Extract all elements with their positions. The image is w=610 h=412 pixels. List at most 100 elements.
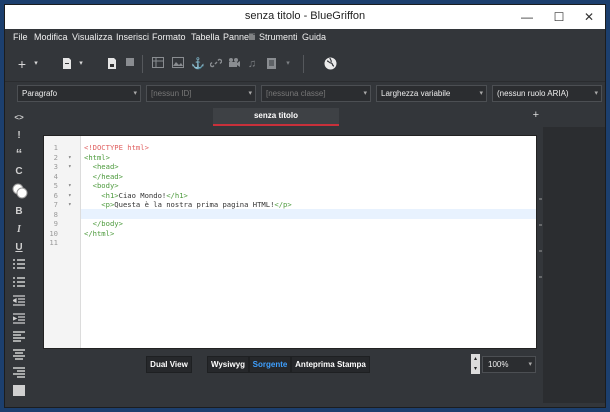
menu-visualizza[interactable]: Visualizza	[72, 32, 112, 42]
class-select[interactable]: [nessuna classe] ▾	[261, 85, 371, 102]
print-preview-button[interactable]: Anteprima Stampa	[291, 356, 370, 373]
number-list-icon[interactable]	[12, 277, 26, 291]
paragraph-format-select[interactable]: Paragrafo ▾	[17, 85, 141, 102]
table-icon[interactable]	[151, 57, 165, 71]
code-line[interactable]: <h1>Ciao Mondo!</h1>	[84, 191, 188, 200]
anchor-icon[interactable]: ⚓	[191, 57, 205, 71]
code-token: <h1>	[84, 190, 119, 200]
code-line[interactable]: <head>	[84, 162, 119, 171]
italic-icon[interactable]: I	[12, 223, 26, 237]
new-icon[interactable]: +	[15, 57, 29, 71]
class-placeholder: [nessuna classe]	[266, 89, 326, 98]
color-icon[interactable]	[12, 183, 28, 199]
code-token: <!DOCTYPE html>	[84, 143, 149, 152]
chevron-down-icon: ▾	[479, 90, 483, 97]
paragraph-format-value: Paragrafo	[22, 89, 58, 98]
menu-strumenti[interactable]: Strumenti	[259, 32, 298, 42]
form-dropdown-chevron-icon[interactable]: ▾	[281, 57, 295, 71]
format-bar: Paragrafo ▾ [nessun ID] ▾ [nessuna class…	[5, 82, 605, 106]
code-line[interactable]: </head>	[84, 172, 123, 181]
quote-icon[interactable]: “	[12, 147, 26, 161]
code-icon[interactable]: <>	[12, 111, 26, 125]
line-number: 4	[53, 171, 58, 181]
chevron-down-icon: ▾	[363, 90, 367, 97]
id-placeholder: [nessun ID]	[151, 89, 192, 98]
chevron-down-icon: ▾	[594, 90, 598, 97]
menu-guida[interactable]: Guida	[302, 32, 326, 42]
title-bar: senza titolo - BlueGriffon — ☐ ✕	[5, 5, 605, 29]
code-line[interactable]: <html>	[84, 153, 110, 162]
menu-tabella[interactable]: Tabella	[191, 32, 220, 42]
menu-modifica[interactable]: Modifica	[34, 32, 68, 42]
menu-inserisci[interactable]: Inserisci	[116, 32, 149, 42]
line-number: 5	[53, 181, 58, 190]
link-icon[interactable]	[209, 57, 223, 71]
zoom-value: 100%	[488, 360, 509, 369]
line-number: 7	[53, 200, 58, 209]
line-number: 9	[53, 219, 58, 228]
bullet-list-icon[interactable]	[12, 259, 26, 273]
fold-toggle-icon[interactable]: ▾	[68, 154, 72, 161]
indent-icon[interactable]	[12, 313, 26, 327]
new-dropdown-chevron-icon[interactable]: ▾	[29, 57, 43, 71]
code-token: </head>	[84, 171, 123, 181]
c-icon[interactable]: C	[12, 165, 26, 179]
video-icon[interactable]	[227, 57, 241, 71]
audio-icon[interactable]: ♫	[245, 57, 259, 71]
underline-icon[interactable]: U	[12, 241, 26, 255]
menu-file[interactable]: File	[13, 32, 28, 42]
source-editor[interactable]: 1 <!DOCTYPE html> 2 ▾ <html> 3 ▾ <head> 4 </hea…	[43, 135, 537, 349]
fold-toggle-icon[interactable]: ▾	[68, 201, 72, 208]
aria-role-select[interactable]: (nessun ruolo ARIA) ▾	[492, 85, 602, 102]
chevron-down-icon: ▾	[133, 90, 137, 97]
line-number: 1	[53, 143, 58, 152]
save-icon[interactable]	[105, 57, 119, 71]
zoom-select[interactable]: 100% ▾	[482, 356, 536, 373]
width-select[interactable]: Larghezza variabile ▾	[376, 85, 487, 102]
code-token: <html>	[84, 152, 110, 162]
code-token: </h1>	[166, 190, 188, 200]
outdent-icon[interactable]	[11, 295, 26, 309]
stop-icon[interactable]	[123, 57, 137, 71]
code-token: Ciao Mondo!	[118, 190, 167, 200]
open-icon[interactable]	[60, 57, 74, 71]
width-value: Larghezza variabile	[381, 89, 451, 98]
menu-formato[interactable]: Formato	[152, 32, 186, 42]
exclamation-icon[interactable]: !	[12, 129, 26, 143]
add-tab-button[interactable]: +	[533, 109, 539, 121]
form-icon[interactable]	[265, 57, 279, 71]
minimize-button[interactable]: —	[511, 5, 543, 29]
menu-pannelli[interactable]: Pannelli	[223, 32, 255, 42]
fold-toggle-icon[interactable]: ▾	[68, 182, 72, 189]
code-token: Questa è la nostra prima pagina HTML!	[114, 200, 275, 209]
close-button[interactable]: ✕	[573, 5, 605, 29]
code-token: </html>	[84, 228, 115, 238]
tab-senza-titolo[interactable]: senza titolo	[213, 108, 339, 126]
image-icon[interactable]	[171, 57, 185, 71]
main-toolbar: + ▾ ▾ ⚓ ♫ ▾	[5, 47, 605, 82]
chevron-down-icon: ▾	[248, 90, 252, 97]
code-line[interactable]: <!DOCTYPE html>	[84, 143, 149, 152]
fold-toggle-icon[interactable]: ▾	[68, 163, 72, 170]
maximize-button[interactable]: ☐	[543, 5, 575, 29]
justify-icon[interactable]	[12, 385, 26, 399]
open-dropdown-chevron-icon[interactable]: ▾	[74, 57, 88, 71]
id-select[interactable]: [nessun ID] ▾	[146, 85, 256, 102]
code-line[interactable]: </body>	[84, 219, 123, 228]
dual-view-button[interactable]: Dual View	[146, 356, 192, 373]
fold-toggle-icon[interactable]: ▾	[68, 192, 72, 199]
align-left-icon[interactable]	[12, 331, 26, 345]
code-line[interactable]: <p>Questa è la nostra prima pagina HTML!…	[84, 200, 292, 209]
code-line[interactable]: </html>	[84, 229, 114, 238]
line-number: 11	[49, 238, 58, 247]
code-token: </p>	[274, 200, 292, 209]
app-window: senza titolo - BlueGriffon — ☐ ✕ File Mo…	[4, 4, 606, 408]
source-button[interactable]: Sorgente	[249, 356, 291, 373]
web-icon[interactable]	[323, 57, 337, 71]
code-line[interactable]: <body>	[84, 181, 119, 190]
view-mode-bar: Dual View Wysiwyg Sorgente Anteprima Sta…	[5, 351, 605, 381]
zoom-stepper[interactable]: ▴ ▾	[471, 354, 480, 374]
bold-icon[interactable]: B	[12, 205, 26, 219]
line-number: 3	[53, 162, 58, 171]
wysiwyg-button[interactable]: Wysiwyg	[207, 356, 249, 373]
